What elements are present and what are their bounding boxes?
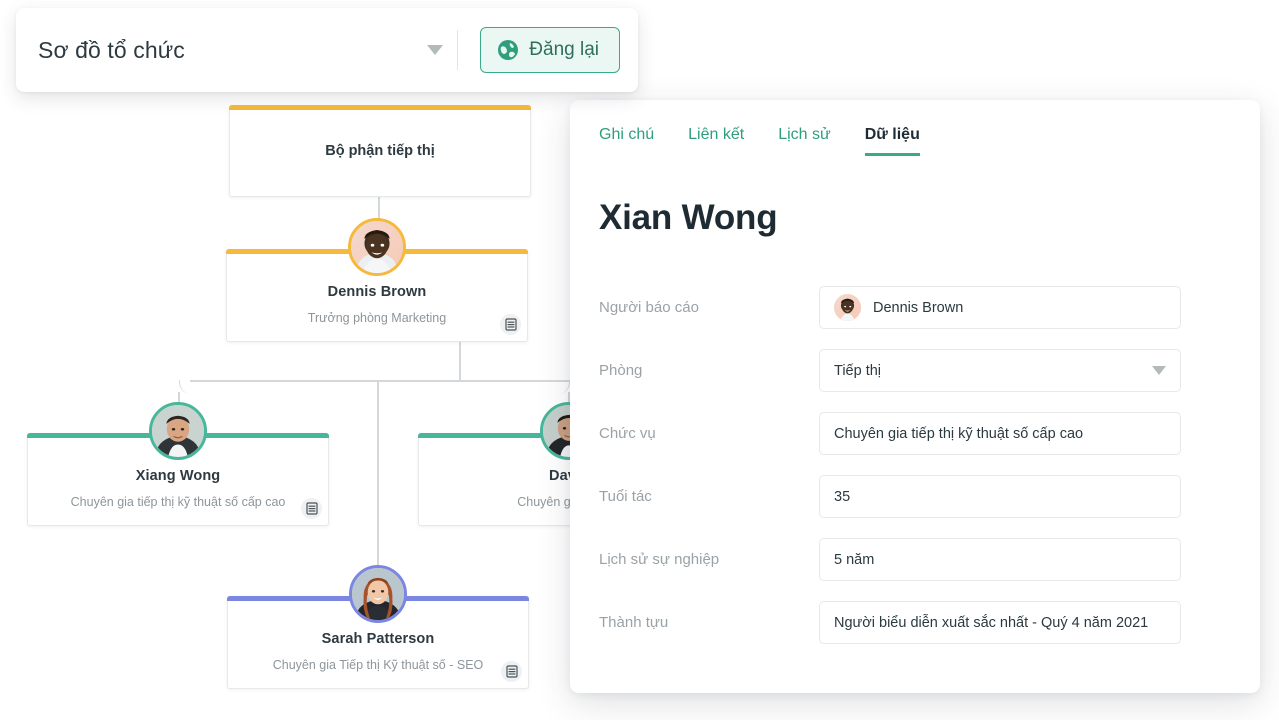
avatar: [149, 402, 207, 460]
tab-lien-ket[interactable]: Liên kết: [688, 126, 744, 156]
field-value: 5 năm: [834, 551, 875, 568]
field-row-nguoi-bao-cao: Người báo cáo Dennis Brown: [599, 276, 1260, 339]
reporting-manager-field[interactable]: Dennis Brown: [819, 286, 1181, 329]
field-row-lich-su-su-nghiep: Lịch sử sự nghiệp 5 năm: [599, 528, 1260, 591]
avatar-dennis-icon: [834, 294, 861, 321]
app-root: Bộ phận tiếp thị Dennis Brown Trưởng phò…: [0, 0, 1279, 720]
page-title: Xian Wong: [599, 198, 778, 237]
org-node-dennis-brown[interactable]: Dennis Brown Trưởng phòng Marketing: [226, 218, 528, 342]
avatar: [834, 294, 861, 321]
job-title-field[interactable]: Chuyên gia tiếp thị kỹ thuật số cấp cao: [819, 412, 1181, 455]
org-node-subtitle: Chuyên gia tiếp thị kỹ thuật số cấp cao: [70, 495, 286, 509]
panel-tabs: Ghi chú Liên kết Lịch sử Dữ liệu: [570, 100, 1260, 156]
connector-to-sarah: [377, 380, 379, 592]
org-node-xiang-wong[interactable]: Xiang Wong Chuyên gia tiếp thị kỹ thuật …: [27, 402, 329, 526]
connector-dennis-down: [459, 342, 461, 381]
field-value: Tiếp thị: [834, 362, 882, 379]
org-node-title: Xiang Wong: [135, 468, 221, 484]
field-row-chuc-vu: Chức vụ Chuyên gia tiếp thị kỹ thuật số …: [599, 402, 1260, 465]
org-node-title: Dennis Brown: [327, 284, 427, 300]
connector-branch-bar: [190, 380, 570, 382]
field-label: Phòng: [599, 362, 643, 379]
globe-icon: [498, 40, 519, 60]
age-field[interactable]: 35: [819, 475, 1181, 518]
database-icon: [505, 665, 518, 678]
org-node-subtitle: Trưởng phòng Marketing: [307, 311, 447, 325]
chart-toolbar: Sơ đồ tổ chức Đăng lại: [16, 8, 638, 92]
achievements-field[interactable]: Người biểu diễn xuất sắc nhất - Quý 4 nă…: [819, 601, 1181, 644]
database-icon: [504, 318, 517, 331]
republish-label: Đăng lại: [529, 39, 599, 60]
org-node-subtitle: Chuyên gia Tiếp thị Kỹ thuật số - SEO: [272, 658, 484, 672]
connector-corner-left: [179, 380, 192, 394]
field-value: Người biểu diễn xuất sắc nhất - Quý 4 nă…: [834, 614, 1149, 631]
field-label: Chức vụ: [599, 425, 656, 442]
republish-button[interactable]: Đăng lại: [480, 27, 620, 73]
tab-ghi-chu[interactable]: Ghi chú: [599, 126, 654, 156]
org-node-title: Sarah Patterson: [321, 631, 435, 647]
org-node-sarah-patterson[interactable]: Sarah Patterson Chuyên gia Tiếp thị Kỹ t…: [227, 565, 529, 689]
field-row-thanh-tuu: Thành tựu Người biểu diễn xuất sắc nhất …: [599, 591, 1260, 654]
department-select[interactable]: Tiếp thị: [819, 349, 1181, 392]
chart-name-label: Sơ đồ tổ chức: [38, 36, 185, 63]
chevron-down-icon: [427, 45, 444, 55]
avatar: [348, 218, 406, 276]
details-form: Người báo cáo Dennis Brown Phòng Tiếp th…: [570, 276, 1260, 654]
database-badge[interactable]: [501, 661, 522, 682]
database-badge[interactable]: [301, 498, 322, 519]
field-row-phong: Phòng Tiếp thị: [599, 339, 1260, 402]
node-accent-bar: [229, 105, 531, 110]
field-value: 35: [834, 488, 851, 505]
org-node-department[interactable]: Bộ phận tiếp thị: [229, 105, 531, 197]
field-value: Chuyên gia tiếp thị kỹ thuật số cấp cao: [834, 425, 1084, 442]
avatar-xiang-icon: [152, 405, 204, 457]
field-label: Thành tựu: [599, 614, 669, 631]
chevron-down-icon: [1152, 366, 1166, 375]
field-label: Tuổi tác: [599, 488, 652, 505]
tab-lich-su[interactable]: Lịch sử: [778, 126, 831, 156]
field-row-tuoi-tac: Tuổi tác 35: [599, 465, 1260, 528]
tab-du-lieu[interactable]: Dữ liệu: [864, 126, 920, 156]
field-value: Dennis Brown: [873, 299, 964, 316]
details-panel: Ghi chú Liên kết Lịch sử Dữ liệu Xian Wo…: [570, 100, 1260, 693]
field-label: Người báo cáo: [599, 299, 699, 316]
chart-name-select[interactable]: Sơ đồ tổ chức: [38, 8, 457, 92]
avatar: [349, 565, 407, 623]
avatar-sarah-icon: [352, 568, 404, 620]
avatar-dennis-icon: [351, 221, 403, 273]
org-node-title: Bộ phận tiếp thị: [325, 143, 435, 159]
field-label: Lịch sử sự nghiệp: [599, 551, 720, 568]
toolbar-divider: [457, 30, 459, 70]
database-icon: [305, 502, 318, 515]
database-badge[interactable]: [500, 314, 521, 335]
career-history-field[interactable]: 5 năm: [819, 538, 1181, 581]
